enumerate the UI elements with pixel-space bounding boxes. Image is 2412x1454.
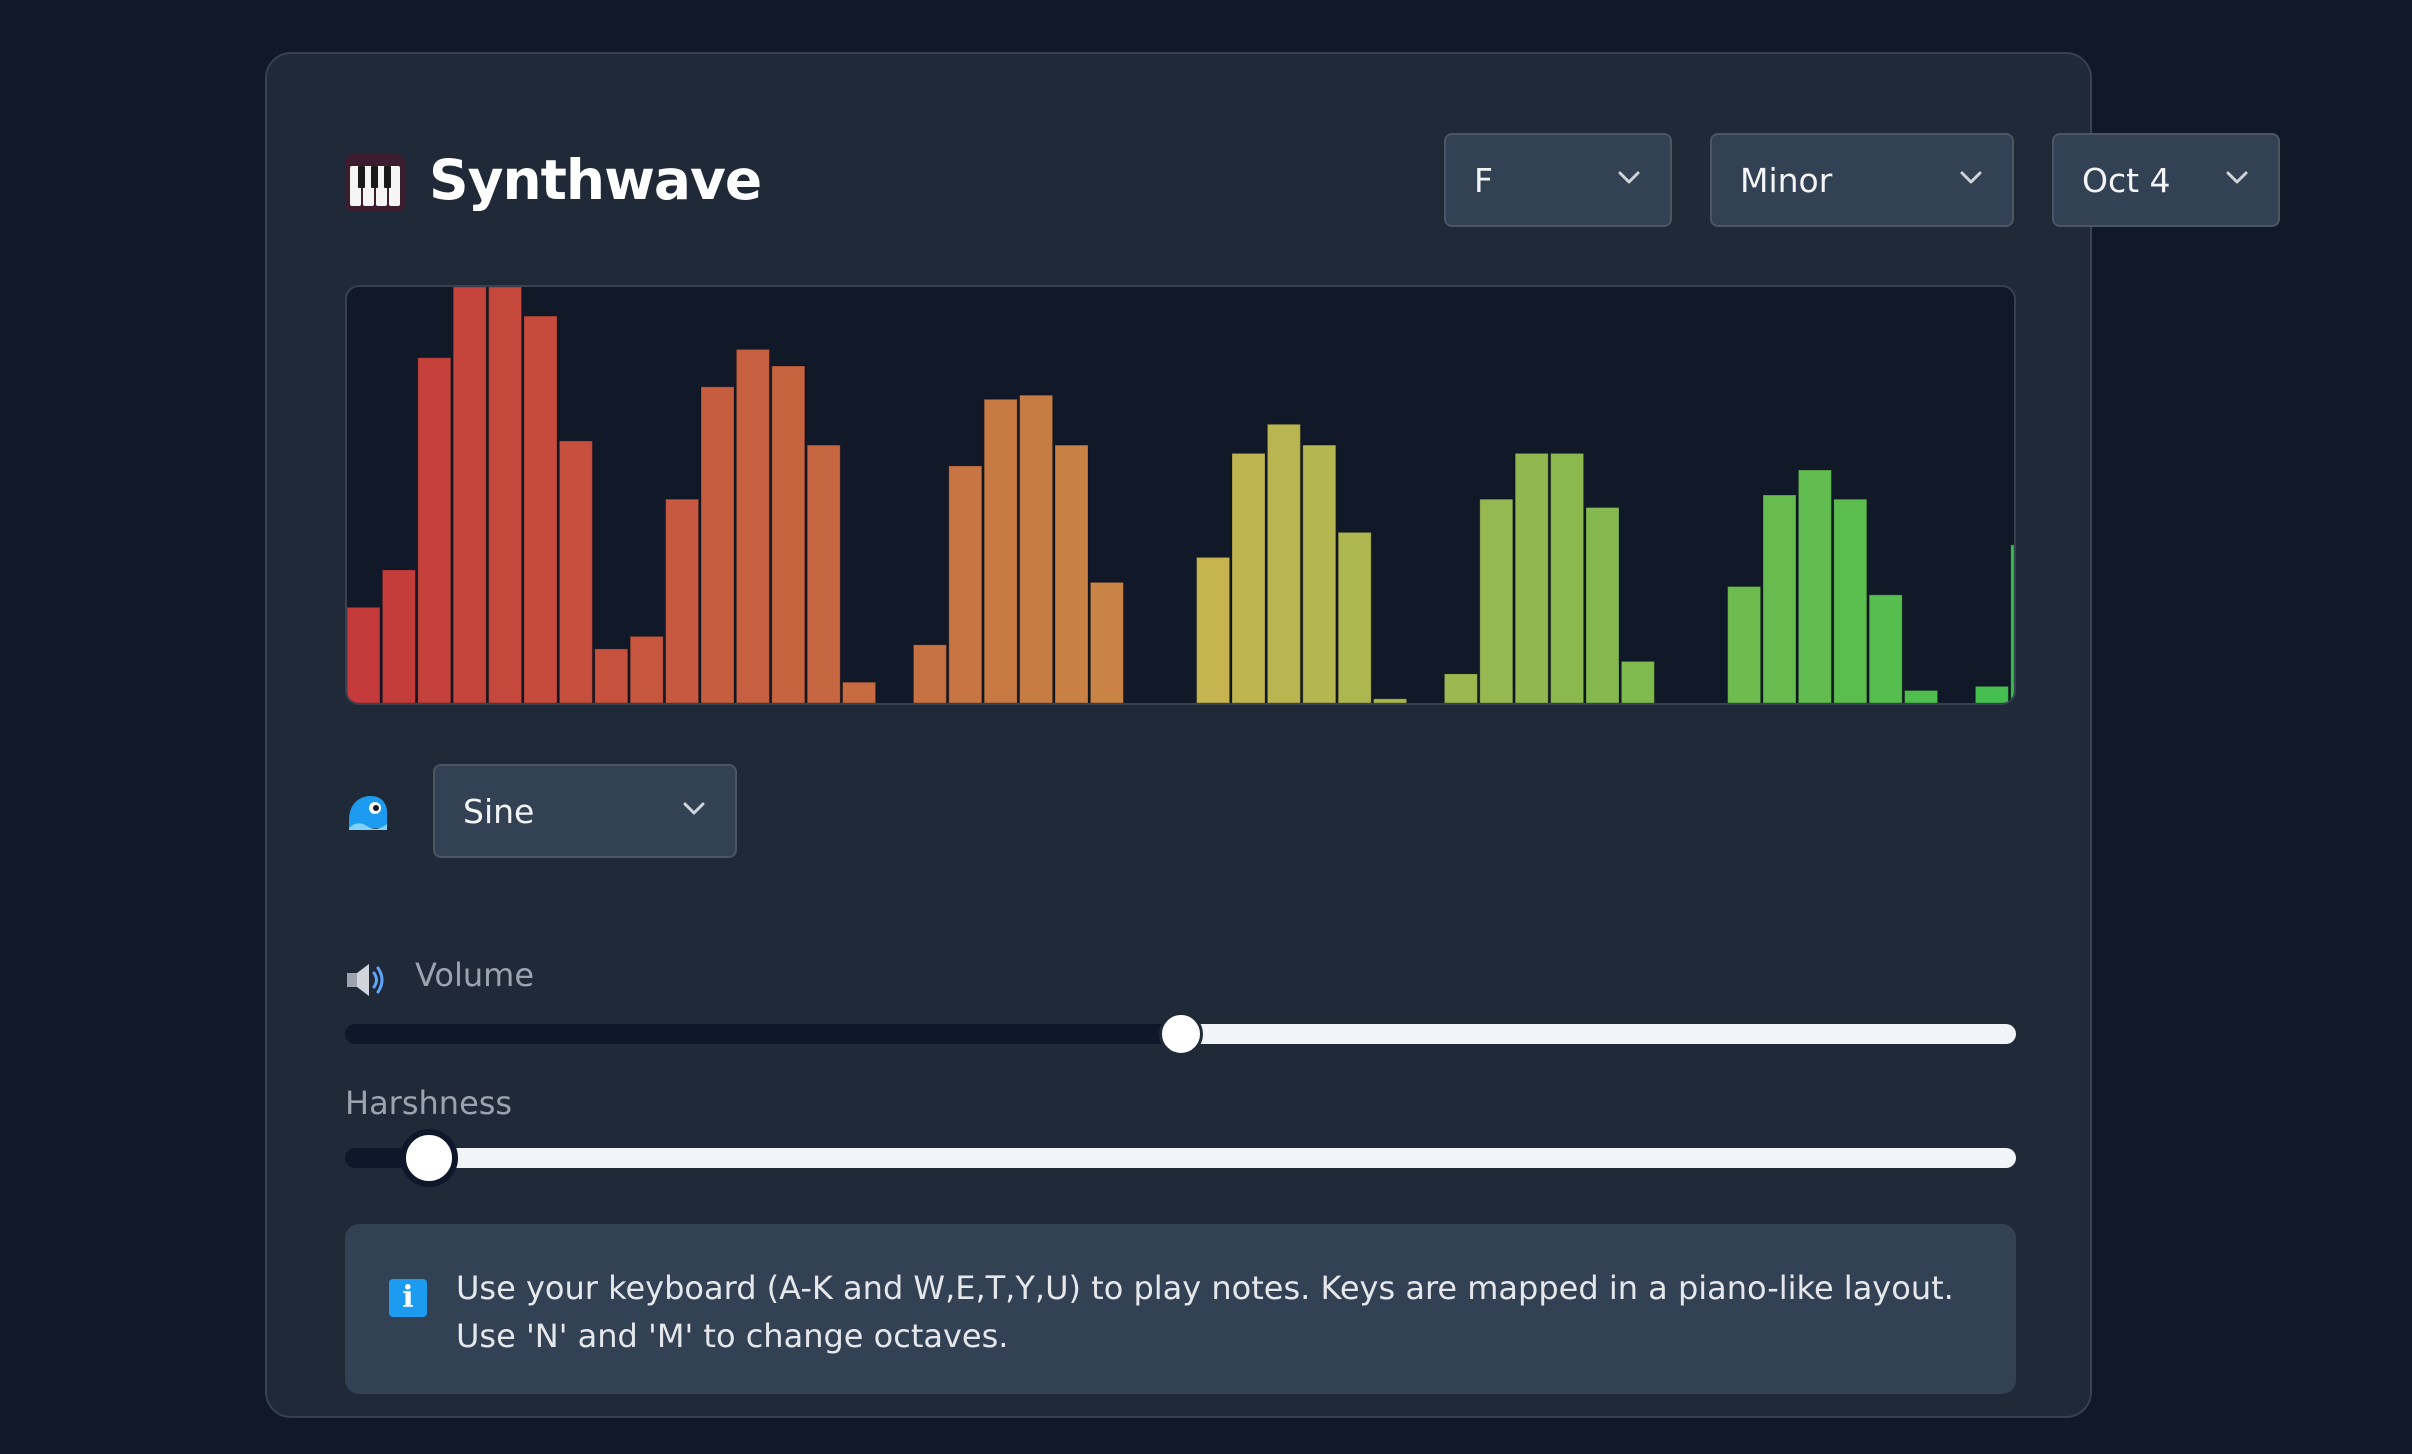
spectrum-bar [452,287,487,703]
harshness-label: Harshness [345,1084,513,1122]
spectrum-bar [523,315,558,703]
octave-select-value: Oct 4 [2082,160,2171,200]
spectrum-bar [735,348,770,703]
volume-track-empty [1181,1024,2016,1044]
spectrum-bar [1904,690,1939,703]
info-icon: i [389,1279,427,1317]
spectrum-bar [1266,423,1301,703]
volume-track-filled [345,1024,1181,1044]
spectrum-bar [1585,507,1620,703]
spectrum-bar [1550,452,1585,703]
spectrum-bar [842,681,877,703]
spectrum-bar [417,357,452,703]
spectrum-bar [771,365,806,703]
spectrum-bar [594,648,629,703]
chevron-down-icon [1960,171,1982,184]
spectrum-bar [665,498,700,703]
spectrum-visualizer [345,285,2016,705]
spectrum-bar [1196,556,1231,703]
wave-icon [349,796,387,830]
spectrum-bar [1054,444,1089,703]
spectrum-bar [1479,498,1514,703]
speaker-icon [347,964,384,996]
spectrum-bar [1974,685,2009,703]
waveform-row: Sine [345,764,945,858]
spectrum-bar [2010,544,2014,703]
harshness-slider-thumb[interactable] [400,1129,458,1187]
spectrum-bar [1514,452,1549,703]
spectrum-bar [347,606,381,703]
key-select[interactable]: F [1444,133,1672,227]
spectrum-bar [1337,531,1372,703]
piano-keyboard-icon [345,154,405,212]
spectrum-bar [1762,494,1797,703]
spectrum-bar [1373,698,1408,703]
chevron-down-icon [1618,171,1640,184]
scale-select-value: Minor [1740,160,1833,200]
app-title-group: Synthwave [345,133,762,227]
key-select-value: F [1474,160,1493,200]
spectrum-bar [948,465,983,703]
spectrum-bars [347,287,2014,703]
spectrum-bar [806,444,841,703]
waveform-select-value: Sine [463,791,535,831]
waveform-select[interactable]: Sine [433,764,737,858]
spectrum-bar [558,440,593,703]
header: Synthwave F Minor Oct 4 [345,133,2280,227]
spectrum-bar [629,635,664,703]
spectrum-bar [700,386,735,703]
spectrum-bar [381,569,416,703]
spectrum-bar [1231,452,1266,703]
spectrum-bar [1620,660,1655,703]
spectrum-bar [1443,673,1478,703]
harshness-track-empty [429,1148,2016,1168]
spectrum-bar [1727,586,1762,703]
spectrum-bar [488,287,523,703]
spectrum-bar [1868,594,1903,703]
harshness-slider[interactable] [345,1129,2016,1187]
keyboard-help-text: Use your keyboard (A-K and W,E,T,Y,U) to… [456,1269,1954,1355]
spectrum-bar [983,398,1018,703]
spectrum-bar [1302,444,1337,703]
spectrum-bar [912,644,947,703]
spectrum-bar [1797,469,1832,703]
octave-select[interactable]: Oct 4 [2052,133,2280,227]
spectrum-bar [1833,498,1868,703]
scale-select[interactable]: Minor [1710,133,2014,227]
spectrum-bar [1089,581,1124,703]
volume-slider[interactable] [345,1012,2016,1056]
chevron-down-icon [2226,171,2248,184]
spectrum-bar [1019,394,1054,703]
volume-label: Volume [415,956,535,994]
synth-panel: Synthwave F Minor Oct 4 Sine Volume Hars… [265,52,2280,1418]
keyboard-help-box: i Use your keyboard (A-K and W,E,T,Y,U) … [345,1224,2016,1394]
app-title: Synthwave [429,148,762,212]
volume-slider-thumb[interactable] [1159,1012,1203,1056]
chevron-down-icon [683,802,705,815]
